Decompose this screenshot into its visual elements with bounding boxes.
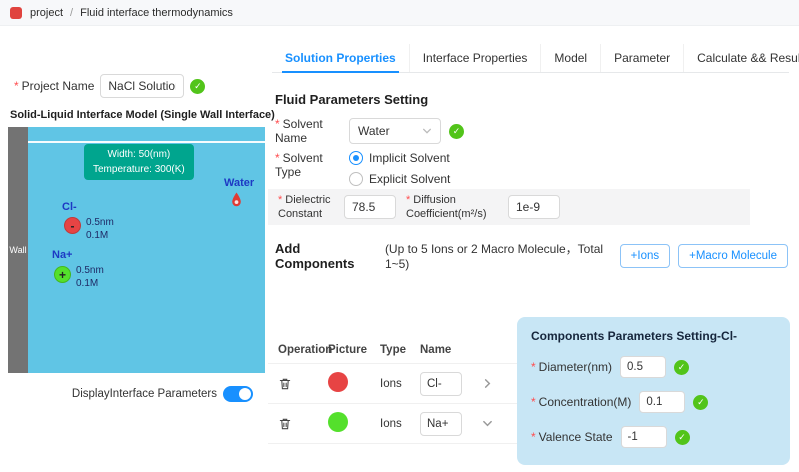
breadcrumb-separator: / xyxy=(70,7,73,19)
project-name-label: Project Name xyxy=(14,79,94,93)
row-na-type: Ions xyxy=(380,418,420,430)
row-na-name-input[interactable] xyxy=(420,412,462,436)
ion-cl-picture xyxy=(328,372,348,392)
delete-icon[interactable] xyxy=(268,377,328,391)
project-name-valid-icon: ✓ xyxy=(190,79,205,94)
valence-row: Valence State ✓ xyxy=(531,426,776,448)
diameter-label: Diameter(nm) xyxy=(531,360,612,374)
solvent-name-value: Water xyxy=(358,124,390,138)
delete-icon[interactable] xyxy=(268,417,328,431)
dielectric-diffusion-band: Dielectric Constant Diffusion Coefficien… xyxy=(268,189,750,225)
ion-na-picture xyxy=(328,412,348,432)
table-row-cl: Ions xyxy=(268,364,518,404)
interface-line xyxy=(28,141,265,143)
add-macro-molecule-button[interactable]: +Macro Molecule xyxy=(678,244,788,268)
concentration-valid-icon: ✓ xyxy=(693,395,708,410)
concentration-input[interactable] xyxy=(639,391,685,413)
radio-explicit-label: Explicit Solvent xyxy=(369,172,450,186)
size-temperature-badge: Width: 50(nm) Temperature: 300(K) xyxy=(84,144,194,180)
ion-cl-circle: - xyxy=(64,217,81,234)
breadcrumb-page: Fluid interface thermodynamics xyxy=(80,7,233,19)
solvent-type-row: Solvent Type Implicit Solvent Explicit S… xyxy=(275,151,450,186)
add-components-row: Add Components (Up to 5 Ions or 2 Macro … xyxy=(275,240,788,271)
ion-cl-size: 0.5nm xyxy=(86,217,114,228)
diameter-row: Diameter(nm) ✓ xyxy=(531,356,776,378)
display-interface-label: DisplayInterface Parameters xyxy=(72,388,217,400)
tab-bar: Solution Properties Interface Properties… xyxy=(272,44,789,73)
ion-na-concentration: 0.1M xyxy=(76,278,98,289)
diffusion-input[interactable] xyxy=(508,195,560,219)
col-picture: Picture xyxy=(328,344,380,356)
row-cl-name-input[interactable] xyxy=(420,372,462,396)
radio-implicit-solvent[interactable]: Implicit Solvent xyxy=(349,151,450,165)
wall-label: Wall xyxy=(9,245,26,255)
badge-width: Width: 50(nm) xyxy=(93,147,185,162)
ion-na-circle: + xyxy=(54,266,71,283)
panel-title: Components Parameters Setting-Cl- xyxy=(531,329,776,343)
diameter-input[interactable] xyxy=(620,356,666,378)
tab-calculate-results[interactable]: Calculate && Results xyxy=(683,44,799,72)
display-interface-row: DisplayInterface Parameters xyxy=(8,386,265,402)
components-params-panel: Components Parameters Setting-Cl- Diamet… xyxy=(517,317,790,465)
radio-implicit-label: Implicit Solvent xyxy=(369,151,450,165)
components-table: Operation Picture Type Name Ions Ions xyxy=(268,336,518,444)
model-title: Solid-Liquid Interface Model (Single Wal… xyxy=(10,109,275,121)
table-header-row: Operation Picture Type Name xyxy=(268,336,518,364)
project-name-input[interactable] xyxy=(100,74,184,98)
row-cl-type: Ions xyxy=(380,378,420,390)
add-components-title: Add Components xyxy=(275,241,375,271)
solvent-type-label: Solvent Type xyxy=(275,151,341,186)
valence-valid-icon: ✓ xyxy=(675,430,690,445)
dielectric-label: Dielectric Constant xyxy=(278,193,334,222)
add-ions-button[interactable]: +Ions xyxy=(620,244,670,268)
concentration-label: Concentration(M) xyxy=(531,395,631,409)
tab-model[interactable]: Model xyxy=(540,44,600,72)
solvent-name-label: Solvent Name xyxy=(275,117,341,145)
table-row-na: Ions xyxy=(268,404,518,444)
ion-na-size: 0.5nm xyxy=(76,265,104,276)
chevron-down-icon[interactable] xyxy=(482,418,512,429)
radio-selected-icon xyxy=(349,151,363,165)
chevron-right-icon[interactable] xyxy=(482,378,512,389)
tab-solution-properties[interactable]: Solution Properties xyxy=(272,44,409,72)
top-bar: project / Fluid interface thermodynamics xyxy=(0,0,799,26)
wall: Wall xyxy=(8,127,28,373)
chevron-down-icon xyxy=(422,126,432,136)
fluid-params-title: Fluid Parameters Setting xyxy=(275,92,428,107)
tab-interface-properties[interactable]: Interface Properties xyxy=(409,44,541,72)
ion-cl-label: Cl- xyxy=(62,201,77,213)
solvent-name-valid-icon: ✓ xyxy=(449,124,464,139)
diffusion-label: Diffusion Coefficient(m²/s) xyxy=(406,193,498,222)
ion-cl-concentration: 0.1M xyxy=(86,230,108,241)
water-label: Water xyxy=(224,177,254,189)
water-droplet-icon xyxy=(230,192,243,207)
app-logo-icon xyxy=(10,7,22,19)
concentration-row: Concentration(M) ✓ xyxy=(531,391,776,413)
project-name-row: Project Name ✓ xyxy=(14,74,205,98)
solvent-name-select[interactable]: Water xyxy=(349,118,441,144)
app-window: project / Fluid interface thermodynamics… xyxy=(0,0,799,472)
dielectric-input[interactable] xyxy=(344,195,396,219)
display-interface-toggle[interactable] xyxy=(223,386,253,402)
breadcrumb: project / Fluid interface thermodynamics xyxy=(30,7,233,19)
solvent-name-row: Solvent Name Water ✓ xyxy=(275,117,464,145)
breadcrumb-project[interactable]: project xyxy=(30,7,63,19)
add-components-hint: (Up to 5 Ions or 2 Macro Molecule，Total … xyxy=(385,240,612,271)
radio-explicit-solvent[interactable]: Explicit Solvent xyxy=(349,172,450,186)
diameter-valid-icon: ✓ xyxy=(674,360,689,375)
valence-input[interactable] xyxy=(621,426,667,448)
model-diagram: Wall Width: 50(nm) Temperature: 300(K) W… xyxy=(8,127,265,373)
radio-unselected-icon xyxy=(349,172,363,186)
valence-label: Valence State xyxy=(531,430,613,444)
solvent-type-options: Implicit Solvent Explicit Solvent xyxy=(349,151,450,186)
col-name: Name xyxy=(420,344,482,356)
badge-temperature: Temperature: 300(K) xyxy=(93,162,185,177)
tab-parameter[interactable]: Parameter xyxy=(600,44,683,72)
col-type: Type xyxy=(380,344,420,356)
ion-na-label: Na+ xyxy=(52,249,73,261)
col-operation: Operation xyxy=(268,344,328,356)
